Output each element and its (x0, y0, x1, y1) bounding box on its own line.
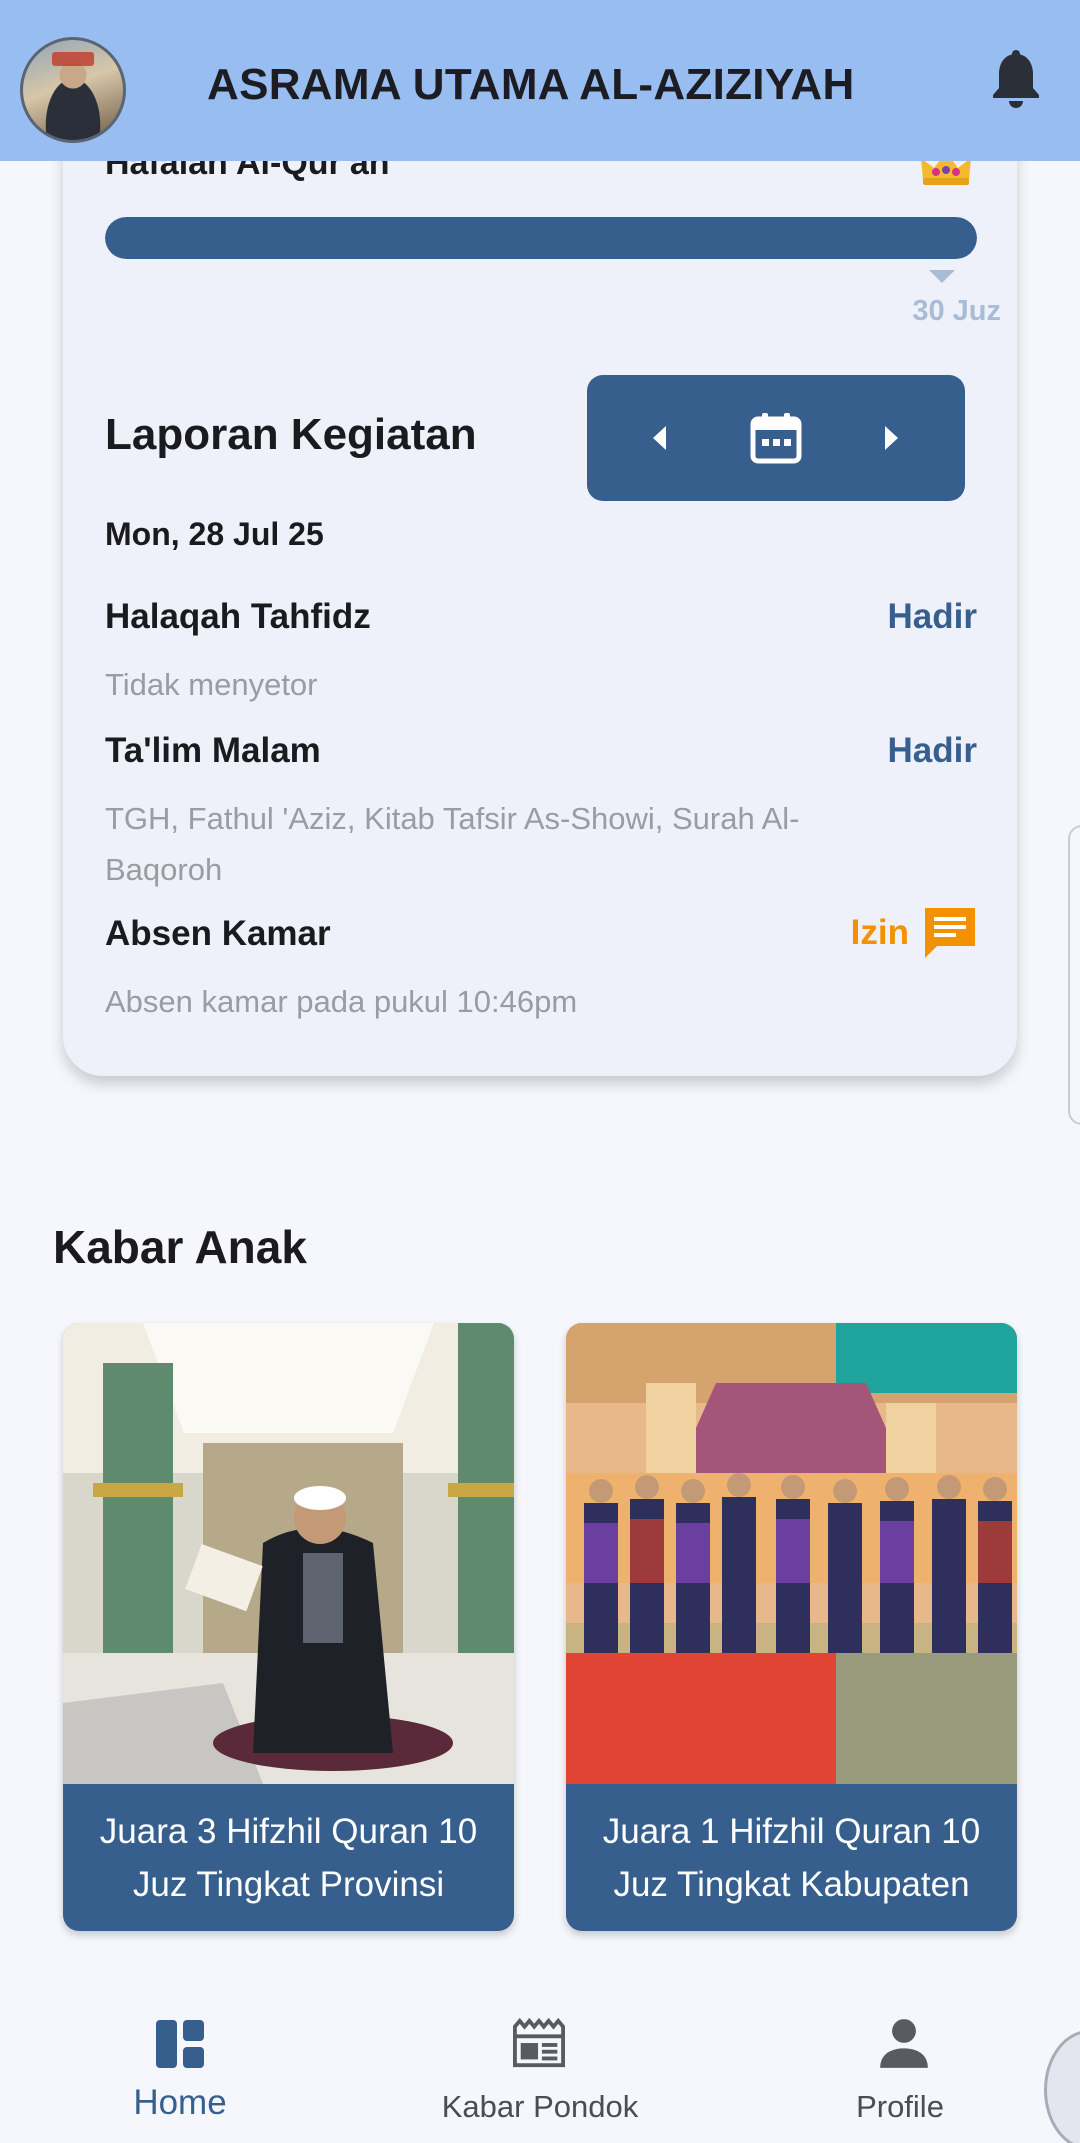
activity-item: Ta'lim Malam Hadir TGH, Fathul 'Aziz, Ki… (105, 731, 977, 895)
report-date: Mon, 28 Jul 25 (105, 516, 324, 552)
news-image (63, 1323, 514, 1784)
app-title: ASRAMA UTAMA AL-AZIZIYAH (207, 60, 855, 109)
nav-profile[interactable]: Profile (720, 1988, 1080, 2143)
previous-day-button[interactable] (639, 418, 679, 458)
status-label: Izin (850, 913, 909, 952)
activity-name: Halaqah Tahfidz (105, 597, 371, 636)
news-card[interactable]: Juara 3 Hifzhil Quran 10 Juz Tingkat Pro… (63, 1323, 514, 1931)
news-image (566, 1323, 1017, 1784)
activity-item: Halaqah Tahfidz Hadir Tidak menyetor (105, 597, 977, 710)
activity-name: Absen Kamar (105, 914, 331, 953)
nav-kabar-pondok[interactable]: Kabar Pondok (360, 1988, 720, 2143)
news-caption: Juara 1 Hifzhil Quran 10 Juz Tingkat Kab… (602, 1811, 981, 1904)
activity-description: Tidak menyetor (105, 667, 318, 702)
nav-label: Kabar Pondok (441, 2089, 639, 2124)
nav-label: Profile (856, 2089, 944, 2124)
avatar-detail (52, 52, 94, 66)
activity-card: Hafalan Al-Qur'an 30 Juz Laporan Kegiata… (63, 110, 1017, 1076)
activity-name: Ta'lim Malam (105, 731, 321, 770)
person-icon (880, 2019, 928, 2068)
message-icon[interactable] (923, 906, 977, 960)
hafalan-progress-fill (105, 217, 977, 259)
hafalan-progress-bar (105, 217, 977, 259)
bell-icon[interactable] (990, 50, 1042, 108)
progress-marker-icon (929, 270, 955, 283)
activity-status: Hadir (888, 597, 977, 637)
date-navigator (587, 375, 965, 501)
kabar-anak-title: Kabar Anak (53, 1221, 307, 1273)
status-label: Hadir (887, 731, 977, 770)
nav-home[interactable]: Home (0, 1988, 360, 2143)
activity-status[interactable]: Izin (851, 906, 977, 960)
nav-label: Home (133, 2083, 227, 2122)
progress-label: 30 Juz (912, 295, 1001, 327)
next-day-button[interactable] (871, 418, 911, 458)
news-card[interactable]: Juara 1 Hifzhil Quran 10 Juz Tingkat Kab… (566, 1323, 1017, 1931)
newspaper-icon (513, 2018, 565, 2068)
status-label: Hadir (887, 597, 977, 636)
dashboard-icon (156, 2020, 204, 2068)
chevron-right-icon (884, 426, 898, 450)
activity-description: Absen kamar pada pukul 10:46pm (105, 984, 578, 1019)
news-caption: Juara 3 Hifzhil Quran 10 Juz Tingkat Pro… (99, 1811, 478, 1904)
laporan-title: Laporan Kegiatan (105, 410, 477, 459)
chevron-left-icon (652, 426, 666, 450)
app-header: ASRAMA UTAMA AL-AZIZIYAH (0, 0, 1080, 161)
activity-description: TGH, Fathul 'Aziz, Kitab Tafsir As-Showi… (105, 801, 800, 887)
side-drawer-handle[interactable] (1068, 825, 1080, 1125)
calendar-icon[interactable] (749, 411, 803, 465)
avatar[interactable] (20, 37, 126, 143)
activity-item: Absen Kamar Izin Absen kamar pada pukul … (105, 908, 977, 1027)
bottom-navigation: Home Kabar Pondok Profile (0, 1988, 1080, 2143)
activity-status: Hadir (888, 731, 977, 771)
